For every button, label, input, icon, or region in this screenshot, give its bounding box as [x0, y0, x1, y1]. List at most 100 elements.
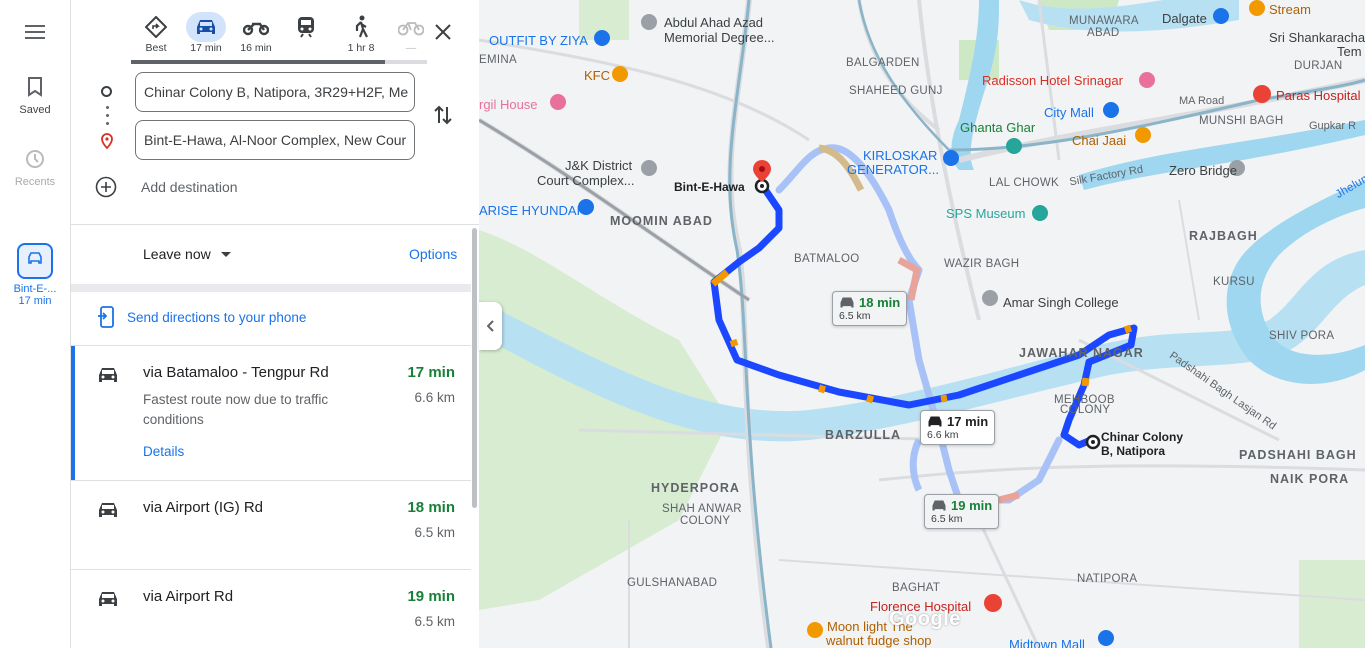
map-label[interactable]: rgil House [479, 97, 538, 112]
map-label[interactable]: Ghanta Ghar [960, 120, 1035, 135]
map-label[interactable]: KFC [584, 68, 610, 83]
section-divider [71, 284, 471, 292]
connector-dot [106, 106, 109, 109]
collapse-panel-button[interactable] [479, 302, 502, 350]
route-badge-alt1[interactable]: 18 min 6.5 km [832, 291, 908, 326]
map-label[interactable]: Memorial Degree... [664, 30, 775, 45]
route-time: 18 min [407, 499, 455, 516]
leave-now-dropdown[interactable]: Leave now [143, 246, 231, 262]
walk-icon [355, 15, 368, 38]
map-label[interactable]: walnut fudge shop [826, 633, 932, 648]
map-label: NAIK PORA [1270, 472, 1350, 486]
map-label: JAWAHAR NAGAR [1019, 346, 1144, 360]
recents-label: Recents [14, 176, 56, 188]
map-label[interactable]: Court Complex... [537, 173, 635, 188]
route-badge-main[interactable]: 17 min 6.6 km [920, 410, 996, 445]
origin-label[interactable]: B, Natipora [1101, 444, 1165, 458]
map-label[interactable]: City Mall [1044, 105, 1094, 120]
map-label: Gupkar R [1309, 120, 1357, 132]
map-label[interactable]: Paras Hospital [1276, 88, 1361, 103]
maps-app: Saved Recents Bint-E-... 17 min Best 17 … [0, 0, 1365, 648]
route-description: Fastest route now due to traffic conditi… [143, 392, 329, 427]
map-label[interactable]: Radisson Hotel Srinagar [982, 73, 1123, 88]
mode-walking-label: 1 hr 8 [347, 42, 375, 54]
map-label[interactable]: KIRLOSKAR [863, 148, 937, 163]
origin-label[interactable]: Chinar Colony [1101, 430, 1183, 444]
map-label[interactable]: Sri Shankaracha [1269, 30, 1365, 45]
mode-driving[interactable]: 17 min [181, 12, 231, 54]
map-label[interactable]: J&K District [565, 158, 632, 173]
bike-icon [398, 22, 424, 36]
map-label[interactable]: Amar Singh College [1003, 295, 1119, 310]
route-option[interactable]: via Batamaloo - Tengpur Rd Fastest route… [71, 346, 471, 480]
route-details-link[interactable]: Details [143, 444, 184, 459]
map-label: SHAHEED GUNJ [849, 85, 943, 97]
left-rail: Saved Recents Bint-E-... 17 min [0, 0, 71, 648]
destination-pin-icon [100, 133, 114, 154]
add-circle-icon [95, 176, 117, 198]
recent-trip-button[interactable]: Bint-E-... 17 min [0, 243, 70, 307]
recents-button[interactable]: Recents [0, 148, 70, 188]
map-canvas[interactable]: OUTFIT BY ZIYA Abdul Ahad Azad Memorial … [479, 0, 1365, 648]
map-label[interactable]: Zero Bridge [1169, 163, 1237, 178]
options-button[interactable]: Options [409, 246, 457, 262]
route-title: via Airport Rd [143, 588, 234, 605]
send-to-phone-button[interactable]: Send directions to your phone [97, 306, 306, 328]
map-label[interactable]: SPS Museum [946, 206, 1025, 221]
train-icon [298, 17, 314, 38]
menu-button[interactable] [0, 24, 70, 46]
saved-button[interactable]: Saved [0, 76, 70, 116]
car-icon [928, 416, 942, 427]
map-label[interactable]: OUTFIT BY ZIYA [489, 33, 588, 48]
badge-distance: 6.6 km [927, 429, 959, 441]
car-icon [28, 252, 42, 264]
map-label[interactable]: Stream [1269, 2, 1311, 17]
badge-distance: 6.5 km [839, 310, 871, 322]
bookmark-icon [28, 77, 42, 97]
car-icon [932, 500, 946, 511]
add-destination-button[interactable]: Add destination [95, 176, 238, 198]
route-time: 19 min [407, 588, 455, 605]
map-label[interactable]: GENERATOR... [847, 162, 939, 177]
google-logo: Google [889, 608, 961, 630]
mode-transit[interactable] [281, 12, 331, 42]
directions-panel: Best 17 min 16 min 1 hr 8 — Chinar Colon… [71, 0, 479, 648]
swap-directions-button[interactable] [433, 104, 453, 131]
map-label[interactable]: Midtown Mall [1009, 637, 1085, 648]
map-label[interactable]: Tem [1337, 44, 1362, 59]
car-icon [99, 592, 117, 606]
route-option[interactable]: via Airport (IG) Rd 18 min 6.5 km [71, 481, 471, 569]
close-directions-button[interactable] [431, 20, 455, 44]
recent-trip-car-box [17, 243, 53, 279]
map-label: ABAD [1087, 27, 1120, 39]
route-option[interactable]: via Airport Rd 19 min 6.5 km [71, 570, 471, 648]
map-label[interactable]: Dalgate [1162, 11, 1207, 26]
destination-label[interactable]: Bint-E-Hawa [674, 180, 745, 194]
map-label: NATIPORA [1077, 573, 1138, 585]
map-label: COLONY [680, 515, 731, 527]
send-to-phone-icon [98, 306, 114, 328]
panel-scrollbar[interactable] [472, 228, 477, 508]
route-distance: 6.5 km [414, 614, 455, 629]
destination-input[interactable]: Bint-E-Hawa, Al-Noor Complex, New Cour [135, 120, 415, 160]
car-icon [197, 20, 215, 34]
map-label: PADSHAHI BAGH [1239, 448, 1357, 462]
mode-tab-track [131, 60, 427, 64]
mode-walking[interactable]: 1 hr 8 [336, 12, 386, 54]
map-label[interactable]: Abdul Ahad Azad [664, 15, 763, 30]
map-label: BARZULLA [825, 428, 902, 442]
car-icon [840, 297, 854, 308]
map-label[interactable]: ARISE HYUNDAI [479, 203, 580, 218]
route-badge-alt2[interactable]: 19 min 6.5 km [924, 494, 1000, 529]
mode-driving-label: 17 min [190, 42, 222, 54]
map-label[interactable]: Chai Jaai [1072, 133, 1126, 148]
map-label: KURSU [1213, 276, 1255, 288]
close-icon [435, 24, 451, 40]
mode-cycling[interactable]: — [386, 12, 436, 54]
diamond-directions-icon [145, 16, 167, 38]
map-label: SHAH ANWAR [662, 503, 742, 515]
origin-input[interactable]: Chinar Colony B, Natipora, 3R29+H2F, Me [135, 72, 415, 112]
mode-motorcycle[interactable]: 16 min [231, 12, 281, 54]
mode-best[interactable]: Best [131, 12, 181, 54]
map-label: MA Road [1179, 95, 1225, 107]
